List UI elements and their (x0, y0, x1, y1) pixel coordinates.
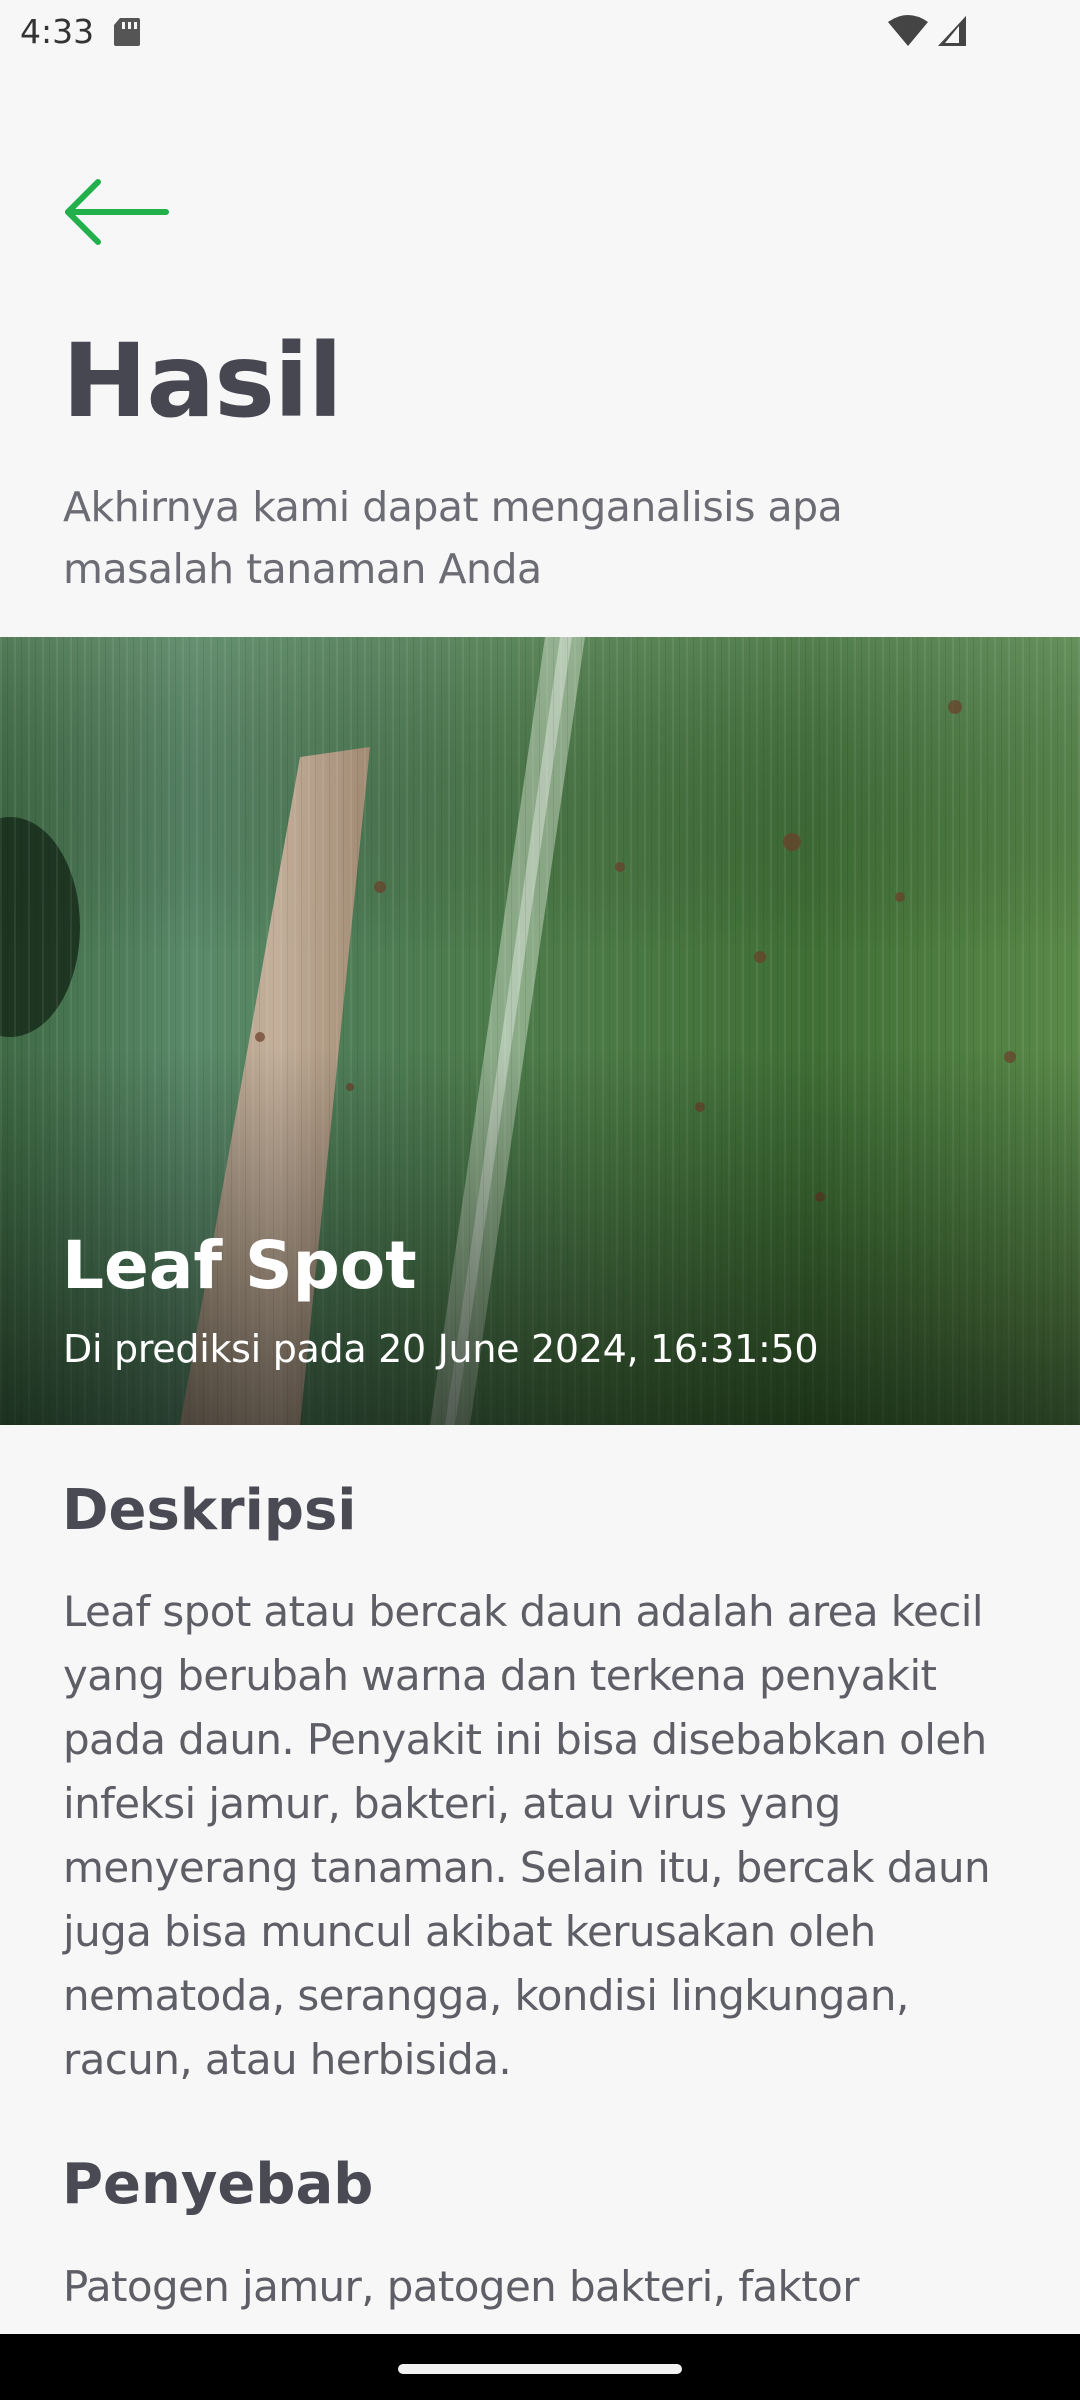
cause-heading: Penyebab (62, 2152, 374, 2217)
status-bar: 4:33 (0, 0, 1080, 64)
signal-icon (936, 14, 968, 48)
description-heading: Deskripsi (62, 1478, 357, 1543)
description-text: Leaf spot atau bercak daun adalah area k… (63, 1587, 991, 2084)
navigation-bar (0, 2334, 1080, 2400)
cause-text: Patogen jamur, patogen bakteri, faktor (63, 2262, 860, 2311)
result-disease-name: Leaf Spot (62, 1227, 417, 1304)
page-subtitle: Akhirnya kami dapat menganalisis apa mas… (63, 483, 843, 593)
arrow-left-icon (60, 179, 176, 258)
status-time: 4:33 (20, 12, 95, 51)
result-screen: 4:33 Hasil Akhirnya kami dapat menganali… (0, 0, 1080, 2400)
wifi-icon (888, 14, 928, 48)
back-button[interactable] (60, 170, 176, 254)
result-prediction-date: Di prediksi pada 20 June 2024, 16:31:50 (63, 1327, 819, 1371)
home-gesture-handle[interactable] (398, 2364, 682, 2374)
page-title: Hasil (62, 322, 343, 441)
hero-gradient-overlay (0, 637, 1080, 1425)
result-hero: Leaf Spot Di prediksi pada 20 June 2024,… (0, 637, 1080, 1425)
sd-card-icon (112, 16, 142, 48)
